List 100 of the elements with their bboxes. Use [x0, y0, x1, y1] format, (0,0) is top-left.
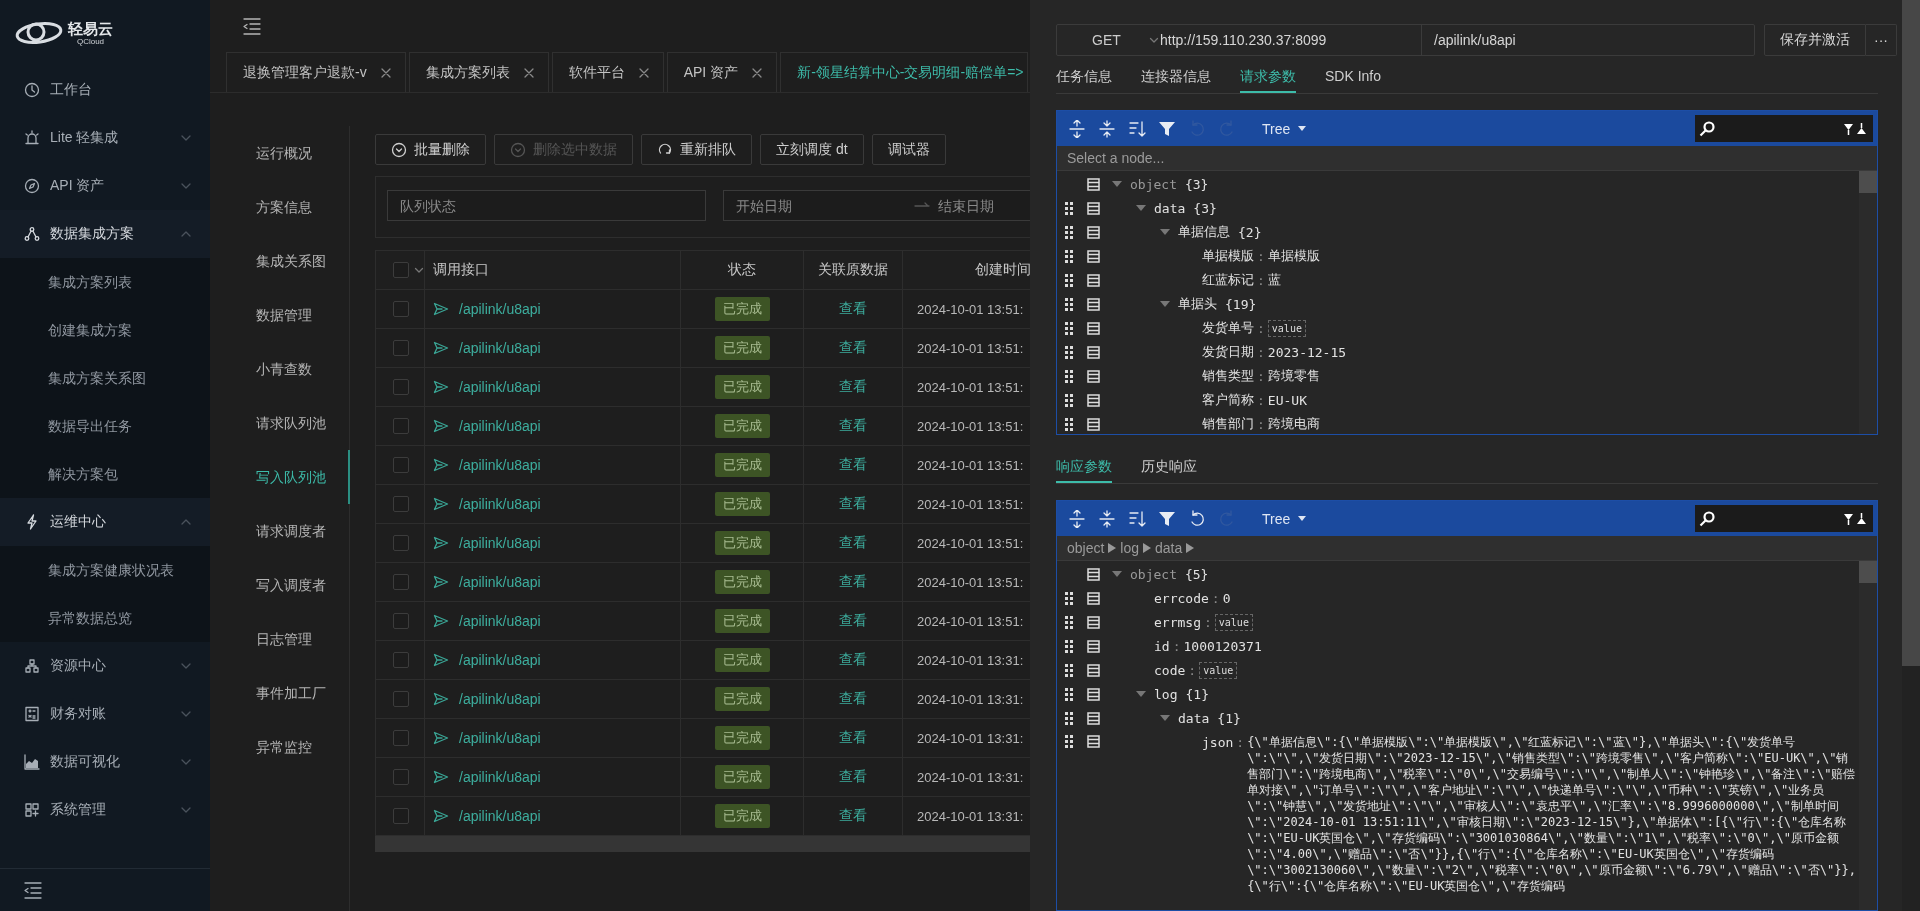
field-key[interactable]: 发货日期: [1202, 343, 1254, 361]
drag-handle-icon[interactable]: [1065, 735, 1073, 748]
field-key[interactable]: object: [1130, 566, 1177, 582]
field-key[interactable]: data: [1178, 710, 1210, 726]
context-menu-icon[interactable]: [1087, 225, 1100, 239]
vertical-scrollbar[interactable]: [1859, 171, 1877, 434]
context-menu-icon[interactable]: [1087, 663, 1100, 677]
view-link[interactable]: 查看: [839, 534, 867, 550]
row-checkbox[interactable]: [393, 418, 409, 434]
api-link[interactable]: /apilink/u8api: [459, 652, 541, 668]
close-icon[interactable]: [380, 67, 391, 78]
drag-handle-icon[interactable]: [1065, 639, 1073, 653]
drag-handle-icon[interactable]: [1065, 345, 1073, 359]
context-menu-icon[interactable]: [1087, 615, 1100, 629]
side-nav-item[interactable]: 请求队列池: [230, 396, 350, 450]
side-nav-item[interactable]: 请求调度者: [230, 504, 350, 558]
sidebar-subitem[interactable]: 解决方案包: [0, 450, 210, 498]
row-checkbox[interactable]: [393, 613, 409, 629]
field-key[interactable]: 销售部门: [1202, 415, 1254, 433]
end-date-input[interactable]: 结束日期: [938, 197, 1030, 214]
row-checkbox[interactable]: [393, 340, 409, 356]
context-menu-icon[interactable]: [1087, 687, 1100, 701]
collapse-toggle-icon[interactable]: [1136, 689, 1146, 699]
toolbar-button[interactable]: 重新排队: [641, 134, 752, 165]
field-key[interactable]: 销售类型: [1202, 367, 1254, 385]
context-menu-icon[interactable]: [1087, 177, 1100, 191]
row-checkbox[interactable]: [393, 457, 409, 473]
view-link[interactable]: 查看: [839, 495, 867, 511]
date-range-field[interactable]: 开始日期 结束日期: [723, 190, 1030, 221]
scrollbar-thumb[interactable]: [1859, 561, 1877, 583]
value-placeholder[interactable]: value: [1214, 613, 1253, 631]
sidebar-subitem[interactable]: 集成方案关系图: [0, 354, 210, 402]
side-nav-item[interactable]: 异常监控: [230, 720, 350, 774]
side-nav-item[interactable]: 运行概况: [230, 126, 350, 180]
side-nav-item[interactable]: 数据管理: [230, 288, 350, 342]
collapse-menu-icon[interactable]: [243, 16, 261, 36]
api-link[interactable]: /apilink/u8api: [459, 808, 541, 824]
api-link[interactable]: /apilink/u8api: [459, 574, 541, 590]
field-key[interactable]: 单据信息: [1178, 223, 1230, 241]
sidebar-subitem[interactable]: 集成方案列表: [0, 258, 210, 306]
panel-tab[interactable]: 连接器信息: [1141, 62, 1211, 93]
field-value[interactable]: 蓝: [1267, 271, 1281, 289]
panel-tab[interactable]: 响应参数: [1056, 452, 1112, 483]
field-key[interactable]: 客户简称: [1202, 391, 1254, 409]
side-nav-item[interactable]: 写入调度者: [230, 558, 350, 612]
row-checkbox[interactable]: [393, 379, 409, 395]
vertical-scrollbar[interactable]: [1859, 561, 1877, 910]
field-key[interactable]: 红蓝标记: [1202, 271, 1254, 289]
collapse-all-icon[interactable]: [1098, 119, 1116, 138]
side-nav-item[interactable]: 集成关系图: [230, 234, 350, 288]
select-all-checkbox[interactable]: [393, 262, 409, 278]
sidebar-item[interactable]: Lite 轻集成: [0, 114, 210, 162]
side-nav-item[interactable]: 方案信息: [230, 180, 350, 234]
context-menu-icon[interactable]: [1087, 345, 1100, 359]
api-link[interactable]: /apilink/u8api: [459, 379, 541, 395]
view-link[interactable]: 查看: [839, 651, 867, 667]
scrollbar-thumb[interactable]: [1859, 171, 1877, 193]
sidebar-item[interactable]: 工作台: [0, 66, 210, 114]
collapse-toggle-icon[interactable]: [1160, 713, 1170, 723]
more-button[interactable]: ···: [1866, 24, 1897, 56]
scrollbar-thumb[interactable]: [1902, 0, 1920, 666]
field-value[interactable]: 跨境零售: [1267, 367, 1320, 385]
view-link[interactable]: 查看: [839, 768, 867, 784]
sidebar-item[interactable]: API 资产: [0, 162, 210, 210]
view-link[interactable]: 查看: [839, 300, 867, 316]
row-checkbox[interactable]: [393, 691, 409, 707]
sidebar-item[interactable]: 运维中心: [0, 498, 210, 546]
view-link[interactable]: 查看: [839, 807, 867, 823]
collapse-toggle-icon[interactable]: [1112, 569, 1122, 579]
field-value[interactable]: EU-UK: [1267, 392, 1307, 408]
context-menu-icon[interactable]: [1087, 393, 1100, 407]
view-link[interactable]: 查看: [839, 378, 867, 394]
sidebar-subitem[interactable]: 集成方案健康状况表: [0, 546, 210, 594]
context-menu-icon[interactable]: [1087, 591, 1100, 605]
field-value[interactable]: {\"单据信息\":{\"单据模版\":\"单据模版\",\"红蓝标记\":\"蓝\"},\"单据头\":{\"发货单号\":\"\",\"发货日期\":\"2023-12-15\",\"销售类型\":\"跨境零售\",\"客户简称\":\"EU-UK\",\"销售部门\":\"跨境电商\",\"税率\":\"0\",\"交易编号\":\"\",\"制单人\":\"钟艳珍\",\"备注\":\"赔偿单对接\",\"订单号\":\"\",\"客户地址\":\"\",\"快递单号\":\"\",\"币种\":\"英镑\",\"业务员\":\"钟慧\",\"发货地址\":\"\",\"审核人\":\"袁忠平\",\"汇率\":\"8.9996000000\",\"制单时间\":\"2024-10-01 13:51:11\",\"审核日期\":\"2023-12-15\"},\"单据体\":[{\"行\":{\"仓库名称\":\"EU-UK英国仓\",\"存货编码\":\"3001030864\",\"数量\":\"1\",\"税率\":\"0\",\"原币金额\":\"4.00\",\"赠品\":\"否\"}},{\"行\":{\"仓库名称\":\"EU-UK英国仓\",\"存货编码\":\"3002130060\",\"数量\":\"2\",\"税率\":\"0\",\"原币金额\":\"6.79\",\"赠品\":\"否\"}},{\"行\":{\"仓库名称\":\"EU-UK英国仓\",\"存货编码: [1247, 730, 1859, 894]
toolbar-button[interactable]: 批量删除: [375, 134, 486, 165]
toolbar-button[interactable]: 调试器: [871, 134, 946, 165]
page-tab[interactable]: API 资产: [666, 52, 778, 92]
context-menu-icon[interactable]: [1087, 639, 1100, 653]
api-link[interactable]: /apilink/u8api: [459, 691, 541, 707]
save-activate-button[interactable]: 保存并激活: [1764, 24, 1866, 56]
search-field[interactable]: [1695, 505, 1873, 532]
drag-handle-icon[interactable]: [1065, 615, 1073, 629]
context-menu-icon[interactable]: [1087, 735, 1100, 748]
row-checkbox[interactable]: [393, 730, 409, 746]
page-tab[interactable]: 集成方案列表: [408, 52, 549, 92]
side-nav-item[interactable]: 写入队列池: [230, 450, 350, 504]
field-key[interactable]: json: [1202, 735, 1234, 750]
collapse-toggle-icon[interactable]: [1160, 227, 1170, 237]
side-nav-item[interactable]: 日志管理: [230, 612, 350, 666]
drag-handle-icon[interactable]: [1065, 663, 1073, 677]
sidebar-item[interactable]: 系统管理: [0, 786, 210, 834]
row-checkbox[interactable]: [393, 808, 409, 824]
drag-handle-icon[interactable]: [1065, 687, 1073, 701]
row-checkbox[interactable]: [393, 652, 409, 668]
drag-handle-icon[interactable]: [1065, 321, 1073, 335]
side-nav-item[interactable]: 小青查数: [230, 342, 350, 396]
view-link[interactable]: 查看: [839, 417, 867, 433]
field-key[interactable]: data: [1154, 200, 1186, 216]
context-menu-icon[interactable]: [1087, 321, 1100, 335]
